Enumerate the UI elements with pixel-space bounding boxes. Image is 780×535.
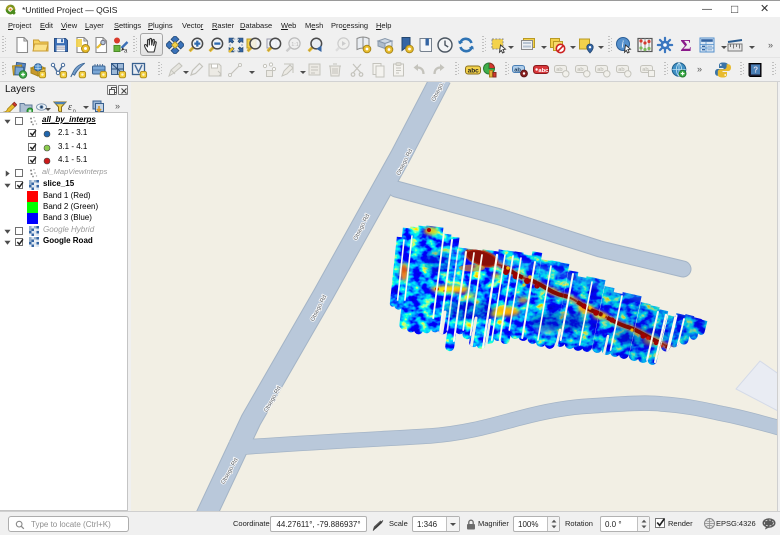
svg-text:abc: abc [468,68,480,75]
svg-text:Σ: Σ [680,36,691,54]
svg-text:ab: ab [618,67,625,73]
svg-text:i: i [621,40,624,51]
svg-text:abc: abc [538,68,549,74]
svg-text:?: ? [753,66,758,75]
svg-text:ab: ab [556,67,563,73]
svg-text:ab: ab [597,67,604,73]
svg-text:ab: ab [577,67,584,73]
svg-text:1:1: 1:1 [291,42,299,48]
svg-text:a: a [124,49,128,55]
